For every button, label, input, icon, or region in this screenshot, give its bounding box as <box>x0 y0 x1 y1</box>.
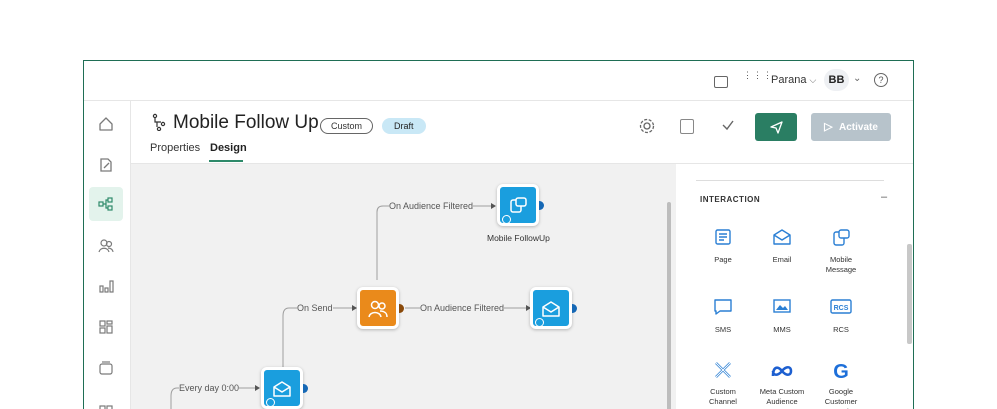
gear-icon[interactable] <box>638 117 656 140</box>
activity-palette: INTERACTION – Page Email Mobile Message … <box>676 164 913 409</box>
connector-label: On Send <box>297 303 333 313</box>
canvas-scrollbar[interactable] <box>667 202 671 409</box>
tab-design[interactable]: Design <box>210 142 247 154</box>
type-badge: Custom <box>320 118 374 134</box>
left-nav <box>84 101 131 409</box>
tile-label: Meta Custom Audience <box>759 387 805 406</box>
divider <box>696 180 884 181</box>
page-title: Mobile Follow Up <box>173 112 319 133</box>
tile-custom-channel[interactable]: Custom Channel <box>693 360 753 407</box>
people-icon <box>368 301 388 318</box>
clock-icon <box>535 318 544 327</box>
mms-icon <box>752 298 812 322</box>
avatar[interactable]: BB <box>824 69 849 91</box>
save-icon[interactable] <box>680 119 694 134</box>
workspace-switcher[interactable]: Parana ⌵ <box>771 74 816 86</box>
clock-icon <box>502 215 511 224</box>
blocks-icon[interactable] <box>89 391 123 409</box>
activate-button[interactable]: ▷ Activate <box>811 113 891 141</box>
email-node[interactable] <box>530 287 572 329</box>
clock-icon <box>266 398 275 407</box>
connector-label: Every day 0:00 <box>179 383 240 393</box>
tile-label: MMS <box>773 325 791 334</box>
people-icon[interactable] <box>89 229 123 263</box>
tile-meta-custom-audience[interactable]: Meta Custom Audience <box>752 360 812 407</box>
top-bar: ⋮⋮⋮ Parana ⌵ BB ⌄ ? <box>84 61 913 101</box>
workspace-name: Parana <box>771 74 807 86</box>
tile-label: SMS <box>714 325 732 334</box>
tile-label: Mobile Message <box>825 255 857 274</box>
tile-email[interactable]: Email <box>752 228 812 265</box>
rcs-icon: RCS <box>811 298 871 322</box>
help-icon[interactable]: ? <box>874 73 888 87</box>
chevron-down-icon[interactable]: ⌄ <box>853 73 861 84</box>
apps-grid-icon[interactable]: ⋮⋮⋮ <box>743 71 772 87</box>
flow-canvas[interactable]: On Audience Filtered On Send On Audience… <box>131 164 676 409</box>
tile-page[interactable]: Page <box>693 228 753 265</box>
email-icon <box>542 301 560 317</box>
node-label: Mobile FollowUp <box>487 233 550 243</box>
tile-rcs[interactable]: RCS RCS <box>811 298 871 335</box>
play-icon: ▷ <box>824 121 833 133</box>
chat-icon[interactable] <box>714 76 728 88</box>
audience-filter-node[interactable] <box>357 287 399 329</box>
layout-icon[interactable] <box>89 310 123 344</box>
folder-icon[interactable] <box>89 351 123 385</box>
activate-label: Activate <box>838 122 878 133</box>
mobile-message-icon <box>811 228 871 252</box>
connector-label: On Audience Filtered <box>420 303 505 313</box>
tile-mms[interactable]: MMS <box>752 298 812 335</box>
tab-active-indicator <box>209 160 243 162</box>
mobile-message-icon <box>510 197 527 213</box>
connector-label: On Audience Filtered <box>389 201 474 211</box>
meta-icon <box>752 360 812 384</box>
tile-label: Email <box>772 255 792 264</box>
validate-check-icon[interactable] <box>721 118 735 135</box>
sms-icon <box>693 298 753 322</box>
tools-icon <box>693 360 753 384</box>
chevron-down-icon: ⌵ <box>809 75 817 85</box>
bar-chart-icon[interactable] <box>89 269 123 303</box>
tile-google-customer-match[interactable]: G Google Customer Match <box>811 360 871 409</box>
collapse-icon[interactable]: – <box>881 191 887 203</box>
flow-header: Mobile Follow Up Custom Draft Properties… <box>131 101 913 164</box>
status-badge: Draft <box>382 118 426 134</box>
send-test-button[interactable] <box>755 113 797 141</box>
tile-label: Google Customer Match <box>824 387 858 409</box>
app-window: ⋮⋮⋮ Parana ⌵ BB ⌄ ? Mobile Follow Up Cus… <box>83 60 914 409</box>
email-icon <box>752 228 812 252</box>
tile-mobile-message[interactable]: Mobile Message <box>811 228 871 275</box>
svg-text:RCS: RCS <box>834 305 849 312</box>
page-icon <box>693 228 753 252</box>
mobile-message-node[interactable] <box>497 184 539 226</box>
tile-label: Page <box>714 255 732 264</box>
flow-icon <box>151 113 167 136</box>
palette-scrollbar[interactable] <box>907 244 912 344</box>
tile-sms[interactable]: SMS <box>693 298 753 335</box>
home-icon[interactable] <box>89 107 123 141</box>
document-edit-icon[interactable] <box>89 148 123 182</box>
google-icon: G <box>833 361 849 383</box>
email-icon <box>273 381 291 397</box>
tab-properties[interactable]: Properties <box>150 142 200 154</box>
section-title: INTERACTION <box>700 195 761 204</box>
tile-label: RCS <box>833 325 849 334</box>
scheduled-email-node[interactable] <box>261 367 303 409</box>
tile-label: Custom Channel <box>709 387 737 406</box>
flow-icon[interactable] <box>89 187 123 221</box>
